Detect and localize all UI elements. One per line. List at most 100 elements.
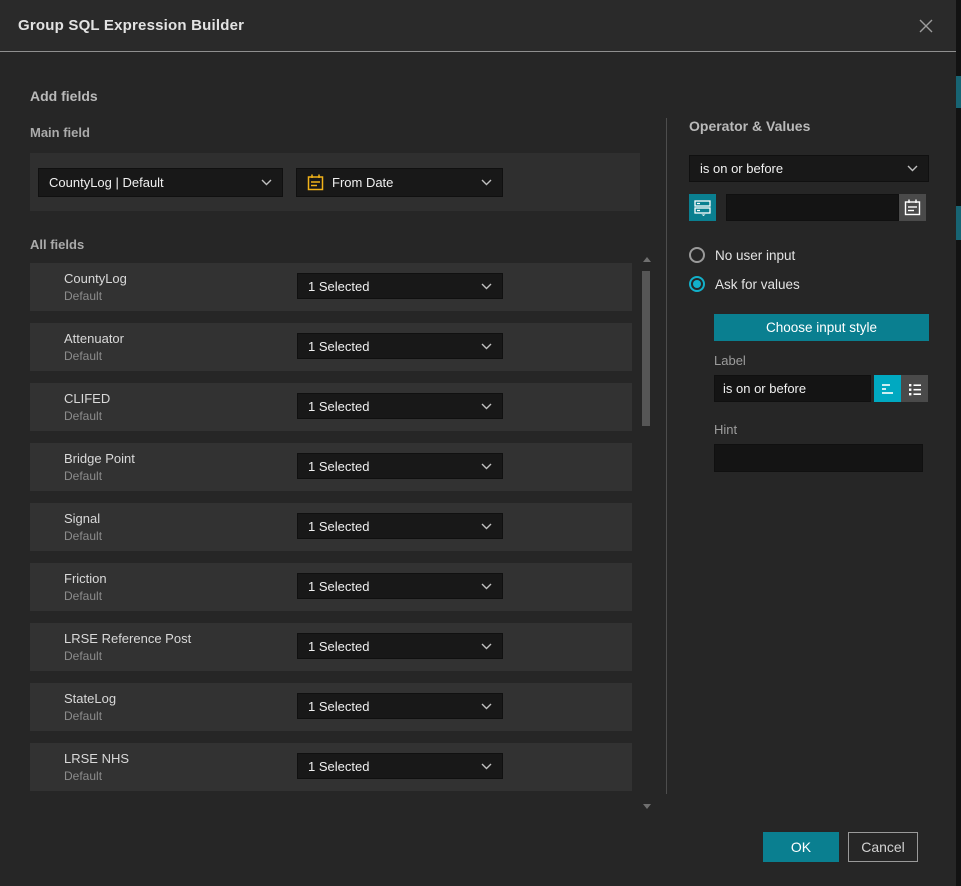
chevron-down-icon	[473, 283, 492, 290]
field-row: LRSE NHS Default 1 Selected	[30, 743, 632, 791]
field-row-names: LRSE Reference Post Default	[64, 631, 191, 663]
field-row-names: LRSE NHS Default	[64, 751, 129, 783]
list-scrollbar[interactable]	[642, 257, 652, 809]
operator-values-heading: Operator & Values	[689, 118, 930, 134]
radio-no-user-input-label: No user input	[715, 248, 795, 263]
field-layer-sublabel: Default	[64, 529, 102, 543]
field-selected-dropdown[interactable]: 1 Selected	[297, 753, 503, 779]
field-selected-value: 1 Selected	[308, 279, 369, 294]
field-layer-sublabel: Default	[64, 469, 135, 483]
add-fields-heading: Add fields	[30, 88, 98, 104]
chevron-down-icon	[473, 463, 492, 470]
scrollbar-up-icon[interactable]	[643, 257, 651, 262]
radio-circle-checked-icon[interactable]	[689, 276, 705, 292]
background-app-edge	[956, 0, 961, 886]
field-selected-dropdown[interactable]: 1 Selected	[297, 573, 503, 599]
chevron-down-icon	[473, 643, 492, 650]
field-selected-value: 1 Selected	[308, 399, 369, 414]
dialog-titlebar: Group SQL Expression Builder	[0, 0, 956, 52]
field-selected-dropdown[interactable]: 1 Selected	[297, 693, 503, 719]
field-name: CountyLog	[64, 271, 127, 286]
field-layer-sublabel: Default	[64, 349, 124, 363]
field-selected-dropdown[interactable]: 1 Selected	[297, 333, 503, 359]
ask-for-values-options: Choose input style Label	[714, 305, 930, 472]
field-row: CountyLog Default 1 Selected	[30, 263, 632, 311]
hint-caption: Hint	[714, 422, 930, 437]
scrollbar-thumb[interactable]	[642, 271, 650, 426]
field-name: Signal	[64, 511, 102, 526]
main-field-panel: CountyLog | Default	[30, 153, 640, 211]
field-name: CLIFED	[64, 391, 110, 406]
fields-column: Main field CountyLog | Default	[30, 125, 640, 803]
column-divider	[666, 118, 667, 794]
value-input-row	[689, 194, 930, 221]
chevron-down-icon	[473, 403, 492, 410]
field-row: CLIFED Default 1 Selected	[30, 383, 632, 431]
layer-select[interactable]: CountyLog | Default	[38, 168, 283, 197]
field-selected-value: 1 Selected	[308, 579, 369, 594]
field-layer-sublabel: Default	[64, 769, 129, 783]
field-row-names: Attenuator Default	[64, 331, 124, 363]
date-picker-button[interactable]	[899, 194, 926, 221]
group-sql-expression-builder-dialog: Group SQL Expression Builder Add fields …	[0, 0, 961, 886]
chevron-down-icon	[473, 523, 492, 530]
field-layer-sublabel: Default	[64, 289, 127, 303]
radio-ask-for-values-label: Ask for values	[715, 277, 800, 292]
field-row-names: CLIFED Default	[64, 391, 110, 423]
field-selected-dropdown[interactable]: 1 Selected	[297, 273, 503, 299]
all-fields-label: All fields	[30, 237, 640, 252]
chevron-down-icon	[473, 179, 492, 186]
field-name: Attenuator	[64, 331, 124, 346]
list-input-style-icon[interactable]	[901, 375, 928, 402]
field-name: LRSE Reference Post	[64, 631, 191, 646]
field-name: Bridge Point	[64, 451, 135, 466]
dialog-footer: OK Cancel	[763, 832, 918, 862]
chevron-down-icon	[899, 165, 918, 172]
field-row-names: Friction Default	[64, 571, 107, 603]
field-row: Friction Default 1 Selected	[30, 563, 632, 611]
radio-no-user-input[interactable]: No user input	[689, 247, 930, 263]
field-layer-sublabel: Default	[64, 409, 110, 423]
field-selected-dropdown[interactable]: 1 Selected	[297, 513, 503, 539]
scrollbar-down-icon[interactable]	[643, 804, 651, 809]
chevron-down-icon	[253, 179, 272, 186]
value-input[interactable]	[726, 194, 899, 221]
field-selected-dropdown[interactable]: 1 Selected	[297, 633, 503, 659]
choose-input-style-button[interactable]: Choose input style	[714, 314, 929, 341]
field-row: Bridge Point Default 1 Selected	[30, 443, 632, 491]
field-layer-sublabel: Default	[64, 709, 116, 723]
value-input-style-button[interactable]	[689, 194, 716, 221]
field-row: Signal Default 1 Selected	[30, 503, 632, 551]
chevron-down-icon	[473, 703, 492, 710]
field-selected-dropdown[interactable]: 1 Selected	[297, 393, 503, 419]
field-row-names: Bridge Point Default	[64, 451, 135, 483]
field-layer-sublabel: Default	[64, 649, 191, 663]
calendar-icon	[307, 174, 324, 191]
chevron-down-icon	[473, 583, 492, 590]
field-selected-value: 1 Selected	[308, 519, 369, 534]
field-name: Friction	[64, 571, 107, 586]
field-selected-dropdown[interactable]: 1 Selected	[297, 453, 503, 479]
field-selected-value: 1 Selected	[308, 639, 369, 654]
field-row: LRSE Reference Post Default 1 Selected	[30, 623, 632, 671]
operator-select[interactable]: is on or before	[689, 155, 929, 182]
hint-input[interactable]	[714, 444, 923, 472]
field-selected-value: 1 Selected	[308, 759, 369, 774]
all-fields-list: CountyLog Default 1 Selected	[30, 263, 640, 791]
field-name: StateLog	[64, 691, 116, 706]
radio-ask-for-values[interactable]: Ask for values	[689, 276, 930, 292]
close-icon[interactable]	[914, 14, 938, 38]
radio-circle-icon[interactable]	[689, 247, 705, 263]
cancel-button[interactable]: Cancel	[848, 832, 918, 862]
field-row-names: Signal Default	[64, 511, 102, 543]
single-input-style-icon[interactable]	[874, 375, 901, 402]
field-layer-sublabel: Default	[64, 589, 107, 603]
field-selected-value: 1 Selected	[308, 339, 369, 354]
main-field-select[interactable]: From Date	[296, 168, 503, 197]
operator-select-value: is on or before	[700, 161, 783, 176]
chevron-down-icon	[473, 763, 492, 770]
main-field-select-value: From Date	[332, 175, 393, 190]
ok-button[interactable]: OK	[763, 832, 839, 862]
field-row-names: StateLog Default	[64, 691, 116, 723]
label-input[interactable]	[714, 375, 871, 402]
